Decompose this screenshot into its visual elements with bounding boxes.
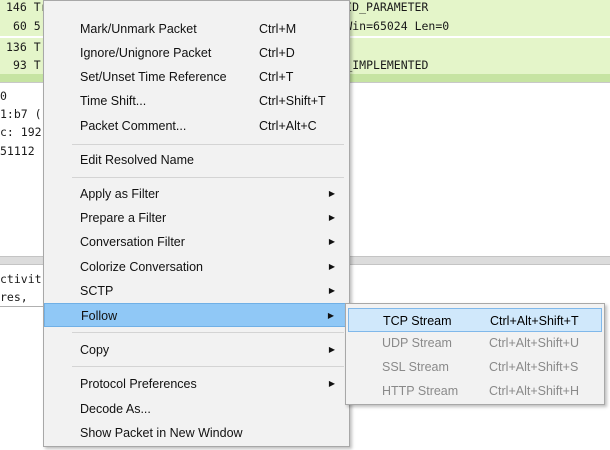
menu-item-label: Prepare a Filter [80, 211, 167, 225]
packet-context-menu: Mark/Unmark Packet Ctrl+M Ignore/Unignor… [43, 0, 350, 447]
menu-item-shortcut: Ctrl+M [259, 22, 297, 36]
menu-item-packet-comment[interactable]: Packet Comment... Ctrl+Alt+C [44, 114, 349, 138]
menu-item-shortcut: Ctrl+Shift+T [259, 94, 326, 108]
menu-item-shortcut: Ctrl+D [259, 46, 295, 60]
submenu-arrow-icon: ▶ [327, 311, 334, 320]
menu-item-label: Edit Resolved Name [80, 153, 194, 167]
submenu-item-shortcut: Ctrl+Alt+Shift+T [490, 314, 579, 328]
submenu-item-label: HTTP Stream [382, 384, 459, 398]
menu-item-copy[interactable]: Copy ▶ [44, 338, 349, 362]
menu-separator [72, 366, 344, 367]
menu-item-mark-unmark-packet[interactable]: Mark/Unmark Packet Ctrl+M [44, 17, 349, 41]
menu-item-sctp[interactable]: SCTP ▶ [44, 279, 349, 303]
submenu-arrow-icon: ▶ [328, 379, 335, 388]
menu-item-time-shift[interactable]: Time Shift... Ctrl+Shift+T [44, 89, 349, 113]
menu-item-label: Mark/Unmark Packet [80, 22, 197, 36]
menu-item-decode-as[interactable]: Decode As... [44, 397, 349, 421]
submenu-arrow-icon: ▶ [328, 189, 335, 198]
submenu-item-label: TCP Stream [383, 314, 452, 328]
menu-separator [72, 177, 344, 178]
menu-item-shortcut: Ctrl+Alt+C [259, 119, 317, 133]
menu-separator [72, 144, 344, 145]
menu-item-follow[interactable]: Follow ▶ [44, 303, 349, 327]
menu-item-prepare-a-filter[interactable]: Prepare a Filter ▶ [44, 206, 349, 230]
submenu-item-shortcut: Ctrl+Alt+Shift+S [489, 360, 579, 374]
menu-item-label: Conversation Filter [80, 235, 185, 249]
menu-item-label: Packet Comment... [80, 119, 187, 133]
menu-separator [72, 332, 344, 333]
submenu-arrow-icon: ▶ [328, 286, 335, 295]
menu-item-label: Copy [80, 343, 110, 357]
menu-item-label: Decode As... [80, 402, 151, 416]
menu-item-apply-as-filter[interactable]: Apply as Filter ▶ [44, 182, 349, 206]
menu-item-set-unset-time-reference[interactable]: Set/Unset Time Reference Ctrl+T [44, 65, 349, 89]
submenu-arrow-icon: ▶ [328, 237, 335, 246]
submenu-arrow-icon: ▶ [328, 345, 335, 354]
submenu-arrow-icon: ▶ [328, 262, 335, 271]
menu-item-label: Apply as Filter [80, 187, 160, 201]
follow-submenu: TCP Stream Ctrl+Alt+Shift+T UDP Stream C… [345, 303, 605, 405]
menu-item-label: Follow [81, 309, 118, 323]
submenu-item-label: SSL Stream [382, 360, 449, 374]
menu-item-ignore-unignore-packet[interactable]: Ignore/Unignore Packet Ctrl+D [44, 41, 349, 65]
menu-item-colorize-conversation[interactable]: Colorize Conversation ▶ [44, 255, 349, 279]
menu-item-conversation-filter[interactable]: Conversation Filter ▶ [44, 230, 349, 254]
submenu-item-label: UDP Stream [382, 336, 452, 350]
submenu-item-shortcut: Ctrl+Alt+Shift+H [489, 384, 579, 398]
menu-item-label: Time Shift... [80, 94, 147, 108]
menu-item-label: Ignore/Unignore Packet [80, 46, 212, 60]
menu-item-protocol-preferences[interactable]: Protocol Preferences ▶ [44, 372, 349, 396]
menu-item-label: Colorize Conversation [80, 260, 203, 274]
menu-item-edit-resolved-name[interactable]: Edit Resolved Name [44, 148, 349, 172]
submenu-arrow-icon: ▶ [328, 213, 335, 222]
menu-item-label: Protocol Preferences [80, 377, 197, 391]
menu-item-shortcut: Ctrl+T [259, 70, 294, 84]
submenu-item-tcp-stream[interactable]: TCP Stream Ctrl+Alt+Shift+T [348, 308, 602, 332]
submenu-item-http-stream: HTTP Stream Ctrl+Alt+Shift+H [346, 379, 604, 403]
submenu-item-ssl-stream: SSL Stream Ctrl+Alt+Shift+S [346, 355, 604, 379]
menu-item-label: Set/Unset Time Reference [80, 70, 227, 84]
menu-item-show-packet-in-new-window[interactable]: Show Packet in New Window [44, 421, 349, 445]
menu-item-label: SCTP [80, 284, 114, 298]
submenu-item-shortcut: Ctrl+Alt+Shift+U [489, 336, 579, 350]
menu-item-label: Show Packet in New Window [80, 426, 243, 440]
submenu-item-udp-stream: UDP Stream Ctrl+Alt+Shift+U [346, 331, 604, 355]
